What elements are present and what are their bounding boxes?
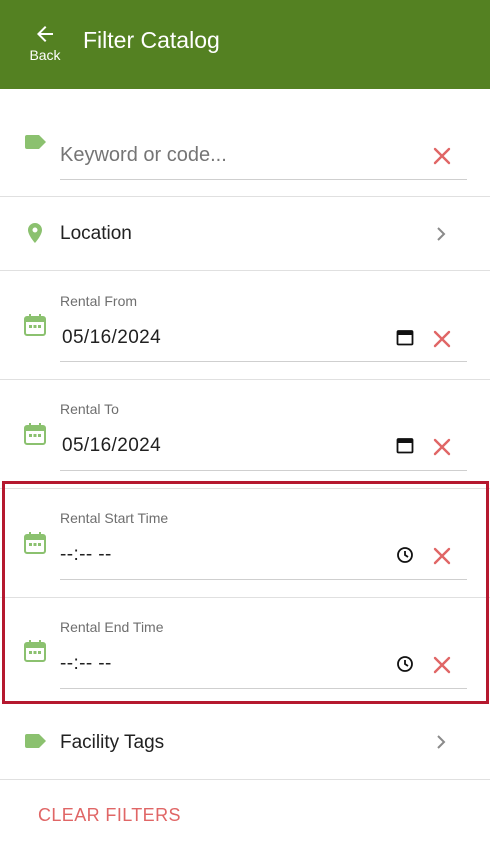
clear-filters-button[interactable]: CLEAR FILTERS — [38, 805, 181, 826]
page-title: Filter Catalog — [83, 27, 220, 53]
keyword-underline — [60, 179, 467, 180]
clear-rental-from-close-icon[interactable] — [432, 329, 452, 349]
tag-icon — [25, 135, 46, 149]
calendar-picker-icon[interactable] — [396, 328, 414, 346]
rental-from-row: Rental From 05/16/2024 — [0, 271, 490, 380]
keyword-row: Keyword or code... — [0, 89, 490, 197]
rental-from-input[interactable]: 05/16/2024 — [62, 327, 161, 349]
rental-from-label: Rental From — [60, 293, 138, 309]
calendar-icon — [24, 423, 46, 445]
back-button[interactable]: Back — [24, 22, 66, 70]
location-row[interactable]: Location — [0, 197, 490, 271]
facility-tags-label: Facility Tags — [60, 732, 165, 753]
time-fields-highlight — [2, 481, 489, 704]
calendar-icon — [24, 314, 46, 336]
map-pin-icon — [28, 223, 42, 243]
tag-icon — [25, 734, 46, 748]
rental-to-input[interactable]: 05/16/2024 — [62, 435, 161, 457]
rental-from-underline — [60, 361, 467, 362]
calendar-picker-icon[interactable] — [396, 436, 414, 454]
clear-keyword-close-icon[interactable] — [432, 146, 452, 166]
arrow-left-icon — [37, 26, 53, 42]
rental-to-row: Rental To 05/16/2024 — [0, 380, 490, 489]
back-label: Back — [29, 47, 61, 63]
chevron-right-icon — [437, 227, 446, 241]
location-label: Location — [60, 223, 132, 244]
app-header: Back Filter Catalog — [0, 0, 490, 89]
keyword-input[interactable]: Keyword or code... — [60, 144, 227, 167]
facility-tags-row[interactable]: Facility Tags — [0, 706, 490, 780]
chevron-right-icon — [437, 735, 446, 749]
rental-to-underline — [60, 470, 467, 471]
clear-rental-to-close-icon[interactable] — [432, 437, 452, 457]
rental-to-label: Rental To — [60, 401, 119, 417]
